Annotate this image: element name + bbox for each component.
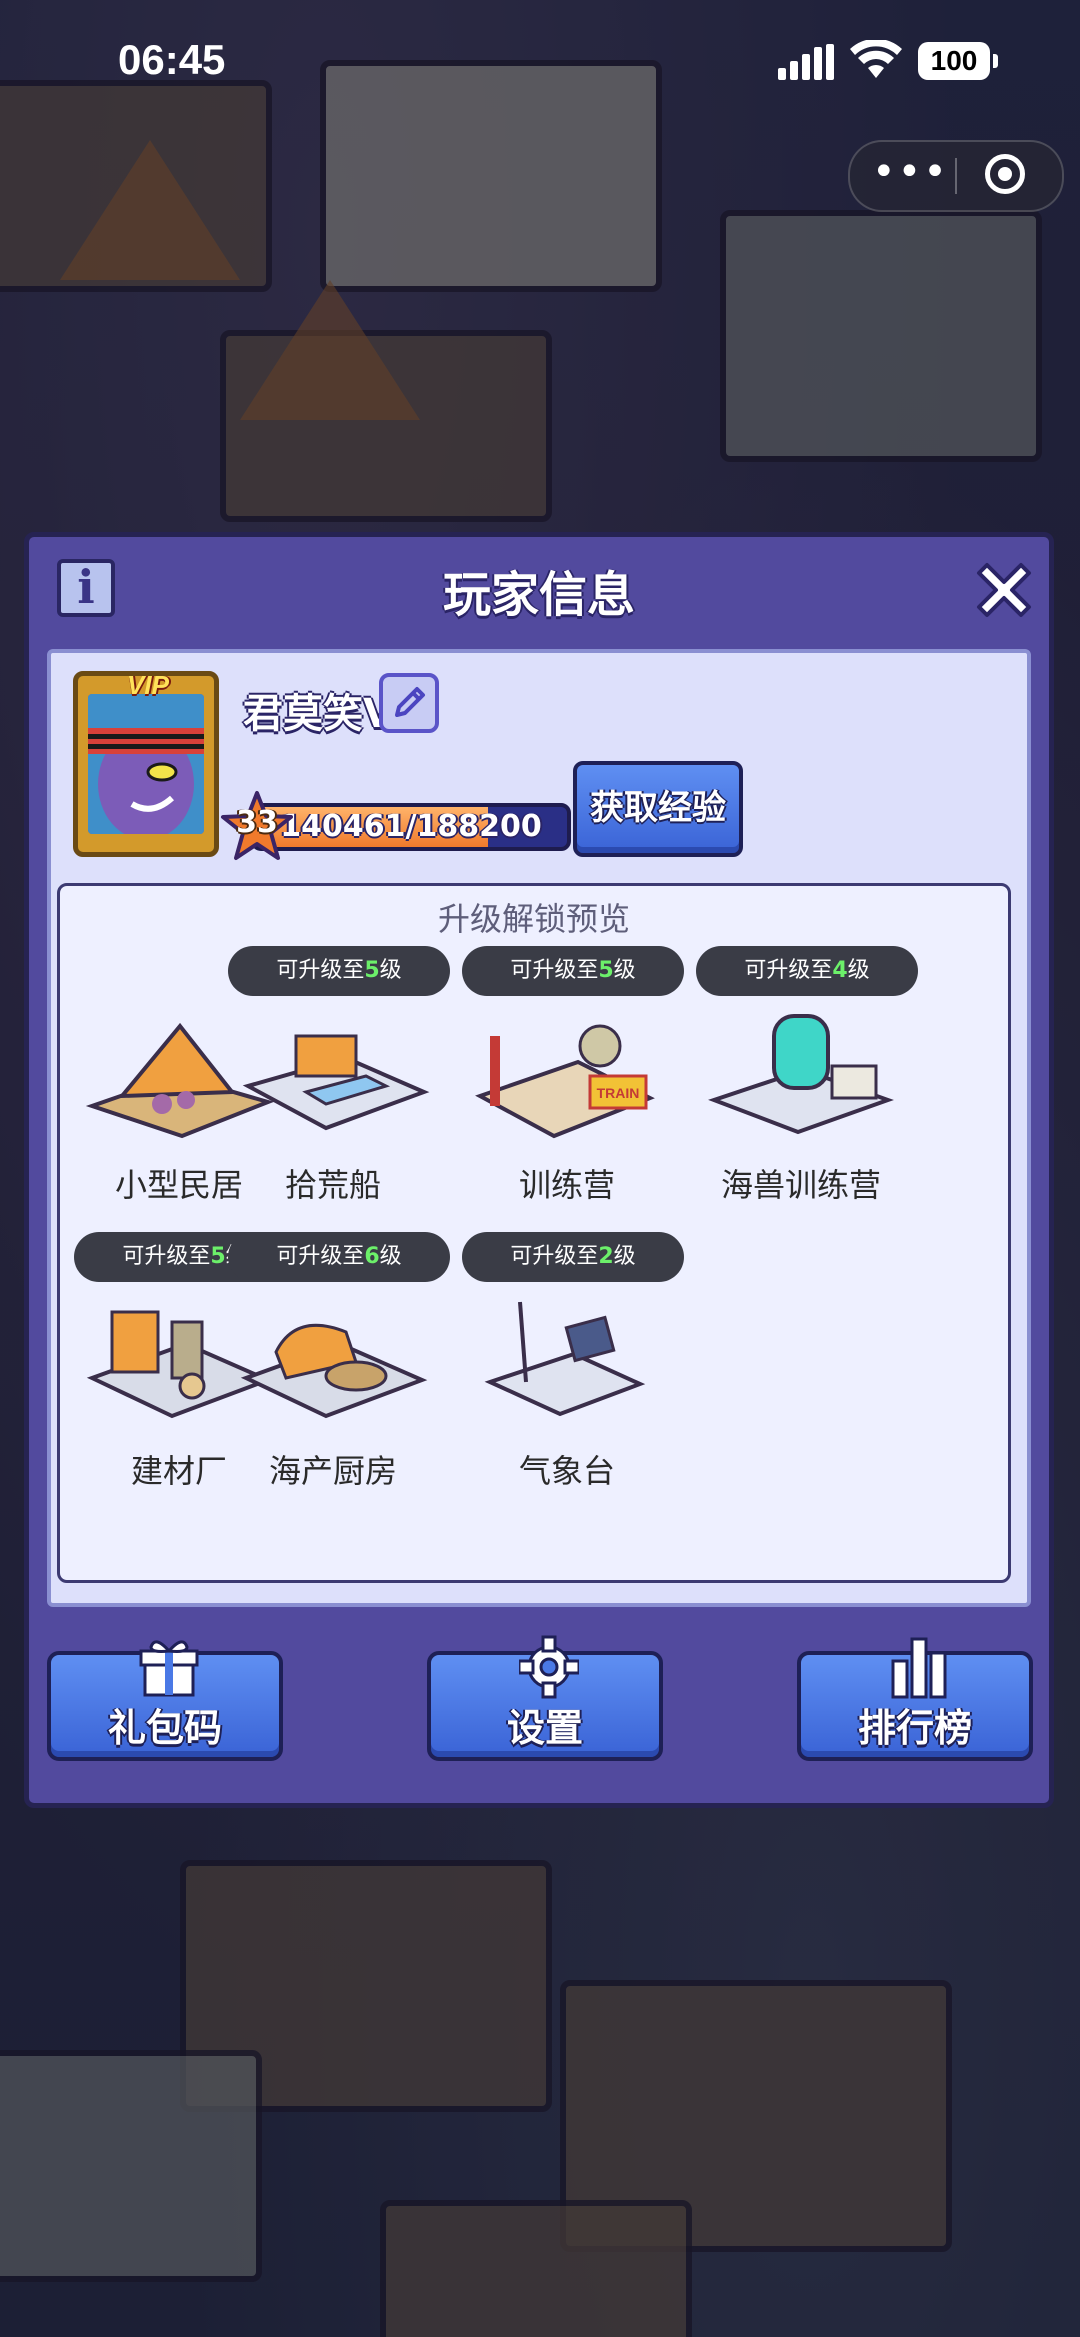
building-name: 气象台 [518, 1452, 615, 1490]
upgrade-badge: 可升级至2级 [462, 1232, 684, 1282]
gift-code-label: 礼包码 [107, 1706, 222, 1750]
pencil-icon [395, 687, 425, 717]
building-sea-beast-camp[interactable]: 可升级至4级 海兽训练营 [696, 946, 918, 1216]
building-weather-station[interactable]: 可升级至2级 气象台 [462, 1232, 684, 1502]
upgrade-badge: 可升级至5级 [228, 946, 450, 996]
scavenger-ship-image [242, 1034, 430, 1131]
settings-label: 设置 [506, 1706, 583, 1750]
train-sign-text: TRAIN [597, 1085, 640, 1101]
avatar[interactable]: VIP [73, 670, 219, 857]
upgrade-badge: 可升级至5级 [462, 946, 684, 996]
upgrade-badge: 可升级至4级 [696, 946, 918, 996]
vip-label: VIP [127, 670, 169, 700]
signal-icon [778, 44, 834, 80]
avatar-portrait [88, 694, 204, 834]
close-miniprogram-icon[interactable] [985, 154, 1025, 194]
ranking-button[interactable]: 排行榜 [797, 1637, 1033, 1761]
building-training-camp[interactable]: TRAIN 可升级至5级 训练营 [462, 946, 684, 1216]
seafood-kitchen-image [240, 1323, 428, 1419]
get-xp-button[interactable]: 获取经验 [573, 761, 743, 857]
edit-name-button[interactable] [379, 673, 439, 733]
player-level: 33 [236, 805, 278, 840]
xp-text: 140461/188200 [280, 809, 542, 844]
gift-code-button[interactable]: 礼包码 [47, 1640, 283, 1761]
building-name: 训练营 [518, 1166, 615, 1204]
gear-icon [519, 1635, 579, 1699]
building-scavenger-ship[interactable]: 可升级至5级 拾荒船 [228, 946, 450, 1216]
building-name: 拾荒船 [284, 1166, 381, 1204]
wifi-icon [850, 40, 902, 78]
capsule-divider [955, 158, 957, 194]
ranking-label: 排行榜 [857, 1706, 972, 1750]
mini-program-capsule: ••• [848, 140, 1064, 212]
upgrade-unlock-preview: 升级解锁预览 小型民居 可升级至5级 拾荒船 TRAIN 可升级至5级 训练营 … [57, 883, 1011, 1583]
training-camp-image: TRAIN [475, 1024, 655, 1139]
status-time: 06:45 [118, 36, 226, 83]
building-name: 海兽训练营 [720, 1166, 881, 1204]
xp-progress-bar: 140461/188200 [251, 803, 571, 851]
leaderboard-icon [891, 1637, 947, 1699]
building-name: 海产厨房 [268, 1452, 397, 1490]
close-icon[interactable] [969, 555, 1039, 625]
gift-icon [139, 1640, 199, 1697]
dialog-content-panel: VIP 君莫笑VS 140461/188200 33 获取经验 升级解锁预览 小… [47, 649, 1031, 1607]
player-info-dialog: i 玩家信息 VIP 君莫笑VS 140461/188200 33 获取经验 升… [24, 532, 1054, 1808]
weather-station-image [484, 1301, 646, 1417]
upgrade-badge: 可升级至6级 [228, 1232, 450, 1282]
sea-beast-camp-image [708, 1014, 894, 1135]
settings-button[interactable]: 设置 [427, 1635, 663, 1761]
battery-indicator: 100 [918, 42, 998, 80]
building-seafood-kitchen[interactable]: 可升级至6级 海产厨房 [228, 1232, 450, 1502]
more-menu-icon[interactable]: ••• [872, 142, 947, 210]
status-bar: 06:45 100 [0, 0, 1080, 130]
dialog-title: 玩家信息 [442, 567, 635, 623]
preview-title: 升级解锁预览 [437, 900, 630, 938]
